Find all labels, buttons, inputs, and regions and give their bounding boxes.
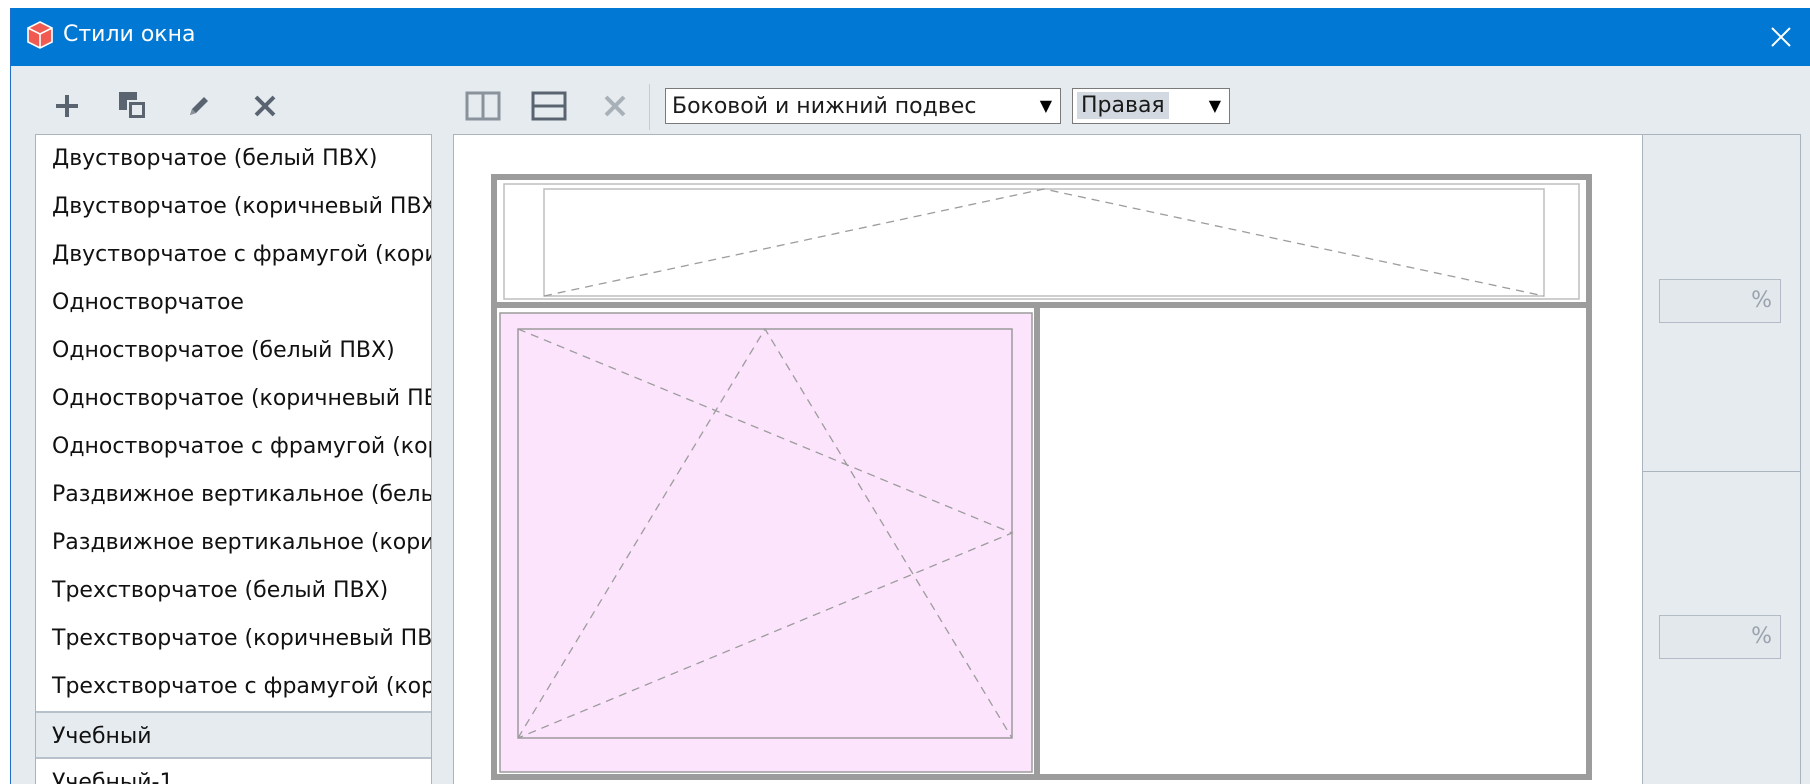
opening-type-value: Боковой и нижний подвес [672,94,977,119]
delete-icon [604,95,626,117]
split-horizontal-button[interactable] [527,84,571,128]
list-item[interactable]: Двустворчатое (белый ПВХ) [36,135,431,183]
chevron-down-icon: ▼ [1039,96,1052,115]
list-item[interactable]: Одностворчатое [36,279,431,327]
close-button[interactable] [1751,8,1810,66]
selected-sash [499,312,1033,773]
list-item[interactable]: Раздвижное вертикальное (белый ПВХ) [36,471,431,519]
delete-style-button[interactable] [243,84,287,128]
list-item[interactable]: Двустворчатое (коричневый ПВХ) [36,183,431,231]
copy-icon [119,92,147,120]
percent-unit: % [1751,624,1772,649]
split-vertical-button[interactable] [461,84,505,128]
list-item[interactable]: Раздвижное вертикальное (коричневый ПВХ) [36,519,431,567]
transom-sash [503,183,1580,300]
plus-icon [56,95,78,117]
list-item[interactable]: Учебный [36,711,431,759]
bottom-size-field[interactable]: % [1659,615,1781,659]
window-styles-dialog: Стили окна Боковой и нижний подвес ▼ Пра… [10,8,1810,784]
opening-type-select[interactable]: Боковой и нижний подвес ▼ [665,88,1061,124]
window-preview-canvas[interactable] [453,134,1643,784]
list-item[interactable]: Учебный-1 [36,759,431,784]
hand-select[interactable]: Правая ▼ [1072,88,1230,124]
split-horizontal-icon [531,91,567,121]
list-item[interactable]: Трехстворчатое (белый ПВХ) [36,567,431,615]
window-drawing [491,174,1592,780]
top-size-field[interactable]: % [1659,279,1781,323]
chevron-down-icon: ▼ [1208,96,1221,115]
delete-icon [254,95,276,117]
size-panel: % % [1643,134,1801,784]
list-item[interactable]: Трехстворчатое с фрамугой (коричневый ПВ… [36,663,431,711]
toolbar-separator [649,84,650,130]
window-title: Стили окна [63,22,196,47]
close-icon [1771,27,1791,47]
rename-style-button[interactable] [177,84,221,128]
panel-divider [1643,471,1801,472]
styles-list[interactable]: Двустворчатое (белый ПВХ) Двустворчатое (… [35,134,432,784]
pencil-icon [190,97,208,115]
percent-unit: % [1751,288,1772,313]
copy-style-button[interactable] [111,84,155,128]
delete-element-button[interactable] [593,84,637,128]
list-item[interactable]: Одностворчатое с фрамугой (коричневый ПВ… [36,423,431,471]
hand-value: Правая [1077,92,1169,119]
title-bar: Стили окна [11,8,1810,66]
split-vertical-icon [465,91,501,121]
list-item[interactable]: Двустворчатое с фрамугой (коричневый ПВХ… [36,231,431,279]
add-style-button[interactable] [45,84,89,128]
list-item[interactable]: Трехстворчатое (коричневый ПВХ) [36,615,431,663]
app-logo-icon [27,21,53,49]
list-item[interactable]: Одностворчатое (белый ПВХ) [36,327,431,375]
list-item[interactable]: Одностворчатое (коричневый ПВХ) [36,375,431,423]
